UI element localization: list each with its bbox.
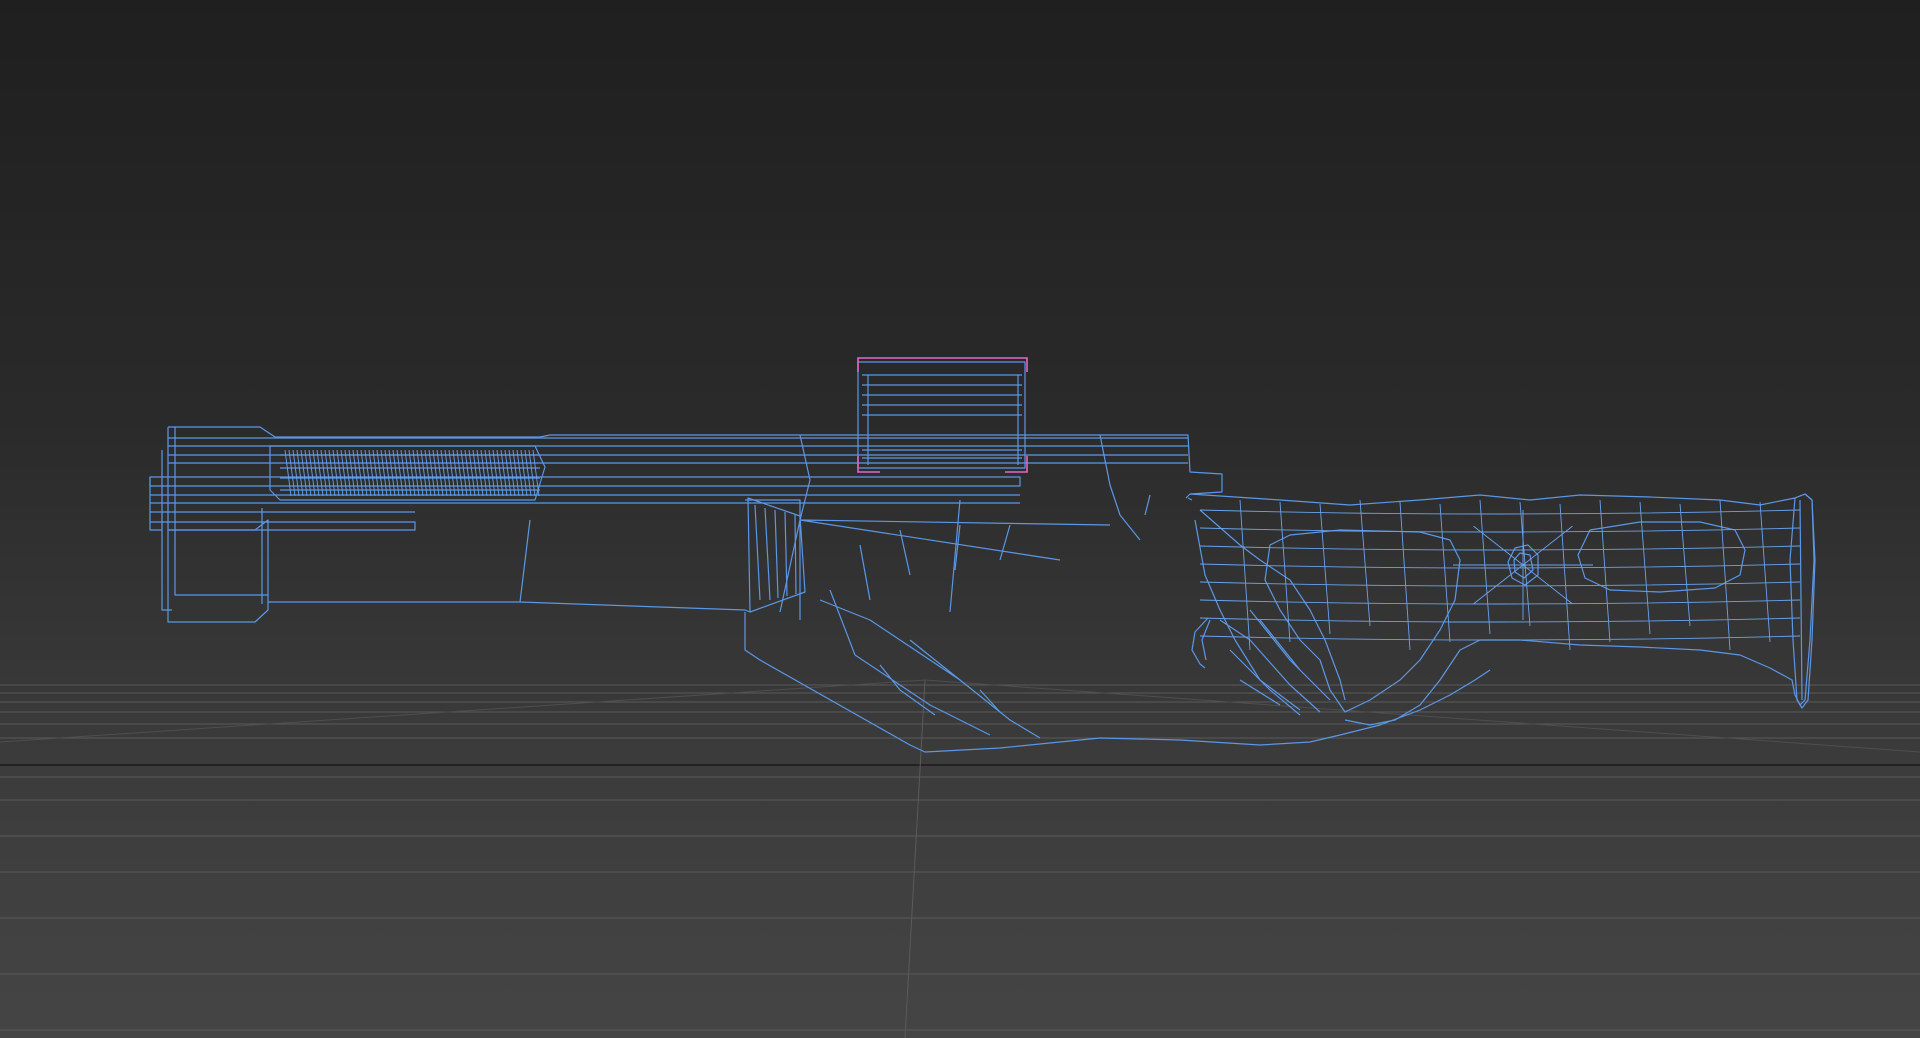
stock-mesh bbox=[1199, 499, 1801, 651]
magazine-well bbox=[747, 497, 806, 613]
sight-block-wire bbox=[857, 361, 1026, 469]
stock-rear-cutout bbox=[1577, 521, 1746, 593]
muzzle-block bbox=[149, 427, 269, 623]
buttplate bbox=[1789, 493, 1816, 709]
viewport-canvas[interactable] bbox=[0, 0, 1920, 1038]
lower-frame bbox=[744, 612, 1491, 753]
barrel-lower-line bbox=[149, 476, 1021, 531]
stock-outline bbox=[1189, 493, 1815, 726]
lower-frame-inner bbox=[819, 589, 1041, 739]
grip-mesh bbox=[1219, 609, 1331, 716]
ground-grid bbox=[0, 679, 1920, 1038]
3d-viewport[interactable] bbox=[0, 0, 1920, 1038]
lower-tube bbox=[170, 508, 751, 613]
trigger[interactable] bbox=[1191, 617, 1211, 669]
spring-coils bbox=[284, 449, 540, 497]
